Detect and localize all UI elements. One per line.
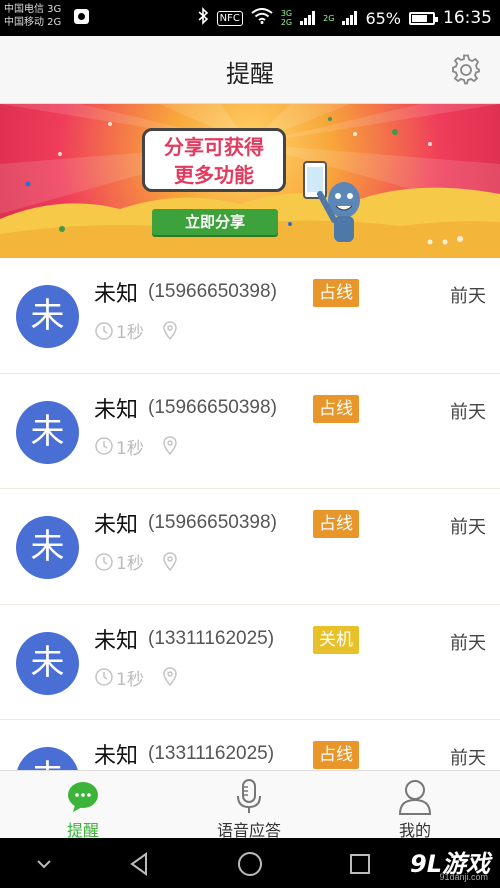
location-pin-icon [163,320,177,340]
call-meta: 1秒 [94,434,178,459]
call-meta: 1秒 [94,665,178,690]
settings-button[interactable] [450,54,482,86]
status-badge: 关机 [313,625,359,654]
signal-1-icon [300,11,316,25]
location-pin-icon [163,667,177,687]
bottom-tab-bar: 提醒 语音应答 我的 [0,770,500,840]
call-meta: 1秒 [94,318,178,343]
call-duration: 1秒 [116,323,144,343]
tab-mine[interactable]: 我的 [332,771,498,840]
avatar: 未 [16,516,79,579]
phone-number: (15966650398) [148,281,277,302]
status-badge: 占线 [313,279,359,307]
list-item[interactable]: 未 未知 (13311162025) 占线 前天 1秒 [0,720,500,770]
call-meta: 1秒 [94,549,178,574]
nfc-icon: NFC [216,10,243,26]
phone-number: (13311162025) [148,627,275,649]
clock: 16:35 [443,8,492,28]
list-item[interactable]: 未 未知 (15966650398) 占线 前天 1秒 [0,489,500,605]
user-icon [398,780,432,815]
contact-name: 未知 [94,744,139,769]
network-type-1: 3G 2G [280,9,293,27]
call-date: 前天 [450,748,486,769]
app-header: 提醒 [0,36,500,104]
call-duration: 1秒 [116,554,144,574]
system-nav-bar: 9L游戏 91danji.com [0,838,500,888]
call-date: 前天 [450,401,486,423]
network-type-2: 2G [323,13,335,23]
list-item[interactable]: 未 未知 (13311162025) 关机 前天 1秒 [0,604,500,720]
list-item[interactable]: 未 未知 (15966650398) 占线 前天 1秒 [0,373,500,489]
promo-banner[interactable]: 分享可获得 更多功能 立即分享 [0,104,500,258]
phone-number: (15966650398) [148,512,277,533]
contact-name: 未知 [94,397,139,423]
avatar: 未 [16,285,79,348]
microphone-icon [237,779,261,813]
avatar: 未 [16,747,79,770]
status-badge: 占线 [313,741,359,769]
carrier-line-2: 中国移动 2G [4,17,62,28]
banner-headline: 分享可获得 更多功能 [142,128,286,192]
signal-2-icon [342,11,358,25]
list-item[interactable]: 未 未知 (15966650398) 占线 前天 1秒 [0,258,500,374]
banner-line-2: 更多功能 [174,163,254,187]
battery-percent: 65% [365,8,401,28]
phone-number: (13311162025) [148,743,275,764]
carrier-info: 中国电信 3G 中国移动 2G [4,3,61,29]
app-notification-icon [74,9,89,24]
clock-icon [95,552,113,571]
page-title: 提醒 [226,60,274,88]
chevron-down-icon[interactable] [30,850,58,878]
location-pin-icon [163,436,177,456]
banner-line-1: 分享可获得 [164,135,264,159]
recent-apps-icon[interactable] [346,850,374,878]
mascot-illustration [303,161,360,242]
status-bar: 中国电信 3G 中国移动 2G NFC 3G 2G 2G 65% 16:35 [0,0,500,36]
reminder-list: 未 未知 (15966650398) 占线 前天 1秒 未 未知 (159666… [0,258,500,770]
chat-bubble-icon [68,782,98,812]
gear-icon [452,54,480,85]
back-triangle-icon[interactable] [126,850,154,878]
call-date: 前天 [450,286,486,307]
home-circle-icon[interactable] [236,850,264,878]
battery-icon [409,11,438,25]
phone-number: (15966650398) [148,396,277,418]
watermark-url: 91danji.com [439,872,488,882]
contact-name: 未知 [94,282,139,307]
tab-voice-answer[interactable]: 语音应答 [166,771,332,840]
share-now-button[interactable]: 立即分享 [152,209,278,235]
call-date: 前天 [450,632,486,654]
contact-name: 未知 [94,628,139,654]
status-badge: 占线 [313,510,359,538]
status-badge: 占线 [313,394,359,423]
call-date: 前天 [450,517,486,538]
tab-reminder[interactable]: 提醒 [0,771,166,840]
clock-icon [95,668,113,686]
contact-name: 未知 [94,513,139,538]
clock-icon [95,321,113,340]
clock-icon [95,437,113,455]
location-pin-icon [163,551,177,571]
wifi-icon [251,8,273,28]
status-icons: NFC 3G 2G 2G 65% 16:35 [197,5,492,31]
bluetooth-icon [197,7,209,29]
call-duration: 1秒 [116,438,144,459]
avatar: 未 [16,400,79,464]
carrier-line-1: 中国电信 3G [4,4,62,15]
avatar: 未 [16,631,79,695]
call-duration: 1秒 [116,669,144,690]
